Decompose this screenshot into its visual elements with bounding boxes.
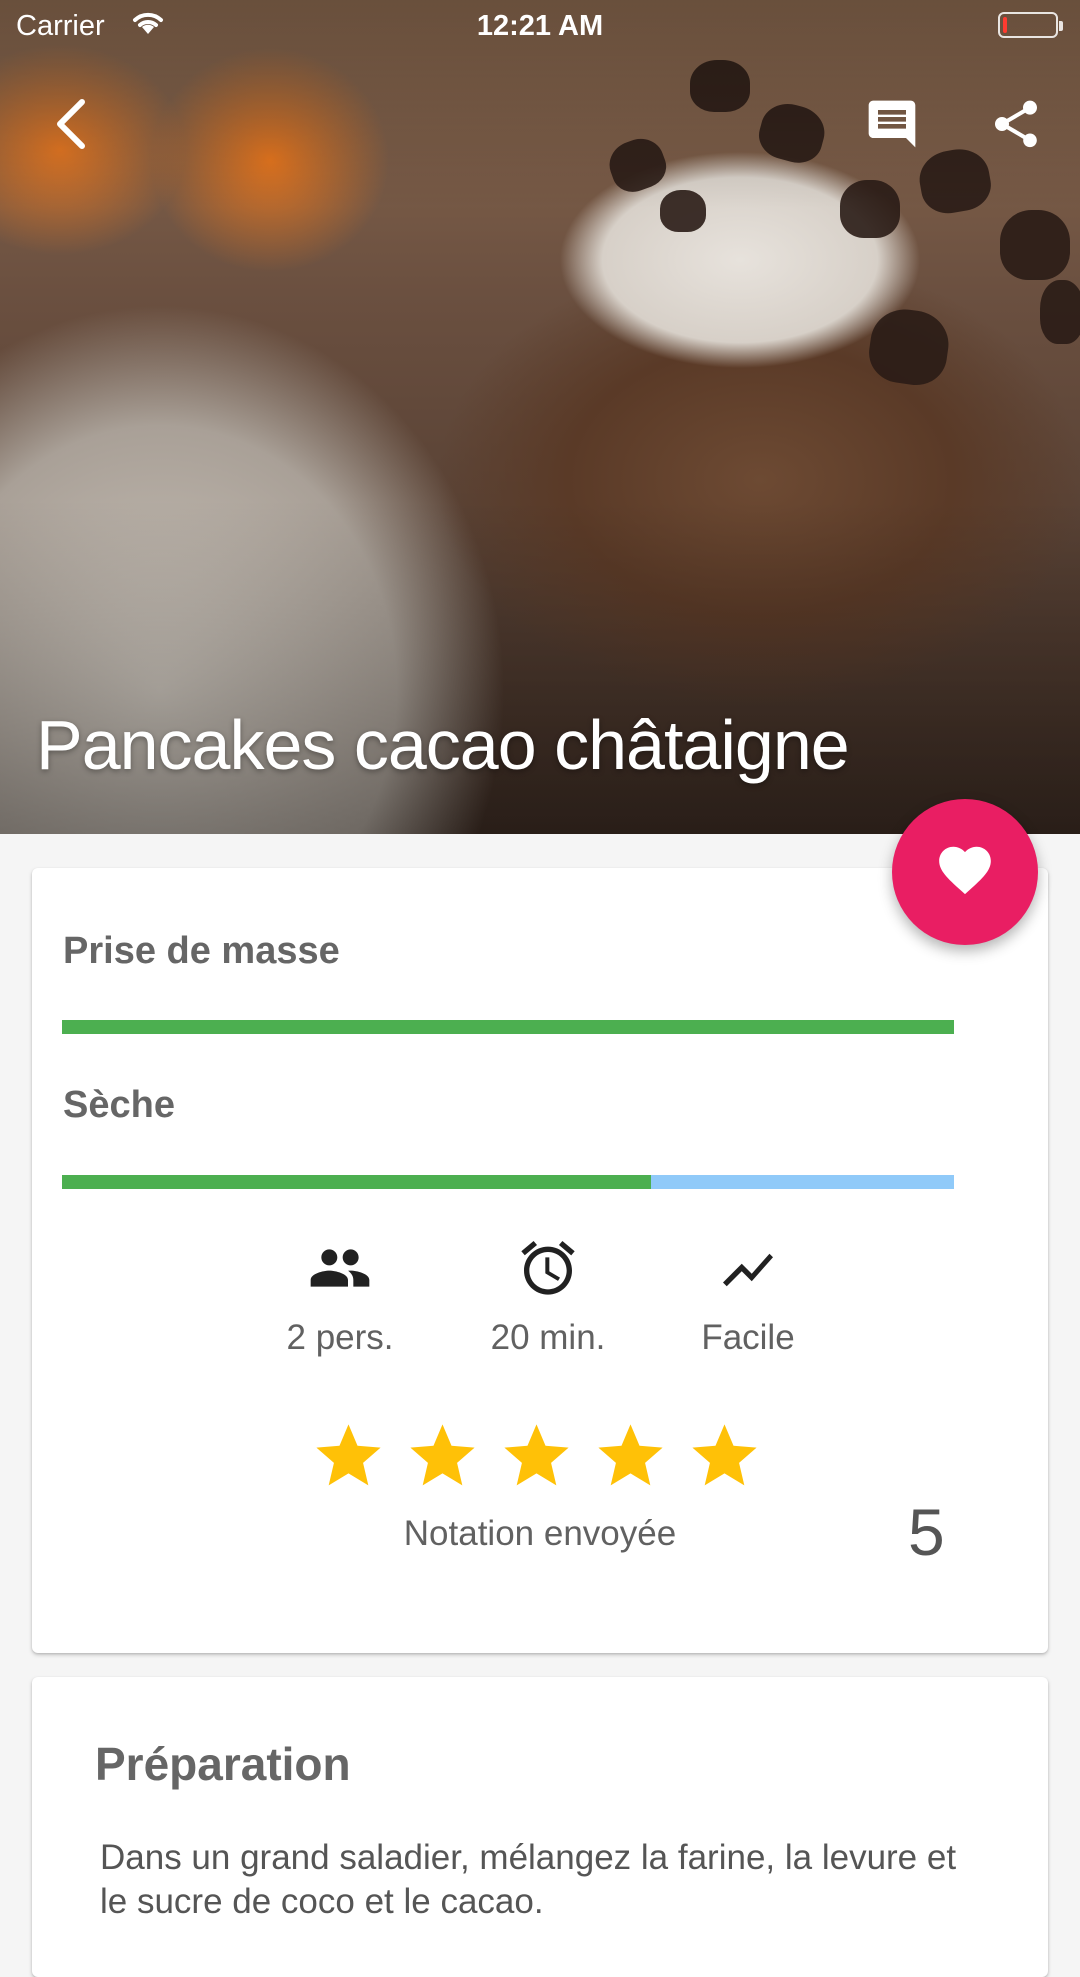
goal-label-mass: Prise de masse: [63, 930, 340, 972]
favorite-button[interactable]: [892, 799, 1038, 945]
duration-info: 20 min.: [448, 1230, 648, 1358]
preparation-card: [32, 1677, 1048, 1977]
goal-bar-cut: [62, 1175, 954, 1189]
comment-icon: [864, 96, 920, 157]
recipe-title: Pancakes cacao châtaigne: [36, 706, 850, 784]
heart-icon: [934, 839, 996, 906]
preparation-title: Préparation: [95, 1738, 351, 1790]
goal-bar-mass-fill: [62, 1020, 954, 1034]
servings-info: 2 pers.: [240, 1230, 440, 1358]
arrow-back-icon: [50, 98, 94, 155]
people-icon: [240, 1230, 440, 1300]
share-icon: [988, 96, 1044, 157]
trending-icon: [648, 1230, 848, 1300]
preparation-text: Dans un grand saladier, mélangez la fari…: [100, 1838, 957, 1921]
goal-label-cut: Sèche: [63, 1084, 175, 1126]
rating-value: 5: [908, 1495, 945, 1569]
status-bar: Carrier 12:21 AM: [0, 0, 1080, 54]
star-icon[interactable]: [592, 1418, 669, 1495]
star-icon[interactable]: [686, 1418, 763, 1495]
star-icon[interactable]: [498, 1418, 575, 1495]
duration-text: 20 min.: [490, 1318, 606, 1357]
battery-icon: [998, 12, 1063, 38]
difficulty-text: Facile: [701, 1318, 795, 1357]
rating-stars[interactable]: [310, 1418, 763, 1495]
servings-text: 2 pers.: [286, 1318, 394, 1357]
goal-bar-mass: [62, 1020, 954, 1034]
star-icon[interactable]: [310, 1418, 387, 1495]
goal-bar-cut-fill: [62, 1175, 651, 1189]
status-time: 12:21 AM: [476, 10, 604, 42]
alarm-icon: [448, 1230, 648, 1300]
comment-button[interactable]: [856, 90, 928, 162]
back-button[interactable]: [36, 90, 108, 162]
star-icon[interactable]: [404, 1418, 481, 1495]
share-button[interactable]: [980, 90, 1052, 162]
difficulty-info: Facile: [648, 1230, 848, 1358]
